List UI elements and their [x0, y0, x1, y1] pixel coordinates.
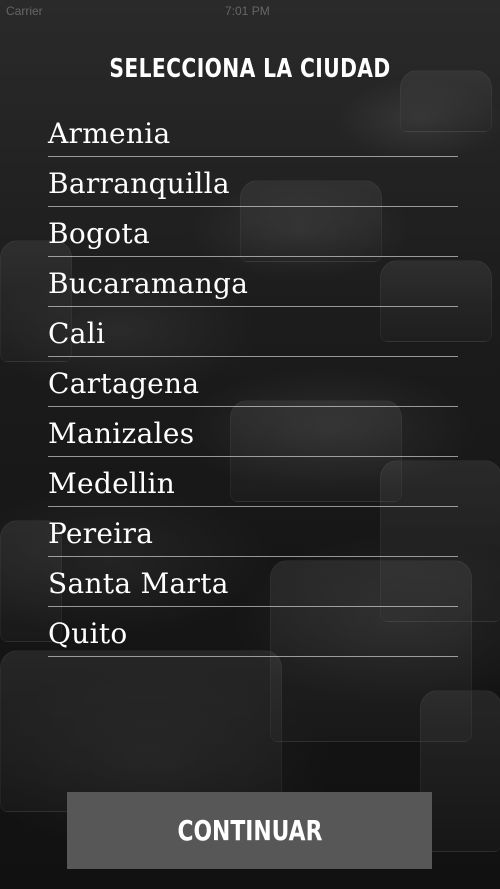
city-label: Bucaramanga — [48, 267, 249, 300]
city-item-cali[interactable]: Cali — [48, 307, 458, 357]
page-title: SELECCIONA LA CIUDAD — [109, 54, 391, 84]
status-time: 7:01 PM — [225, 4, 270, 18]
city-label: Medellin — [48, 467, 176, 500]
city-selection-screen: Carrier 7:01 PM SELECCIONA LA CIUDAD Arm… — [0, 0, 500, 889]
city-list: Armenia Barranquilla Bogota Bucaramanga … — [48, 107, 458, 657]
background-car — [0, 650, 282, 812]
city-label: Cartagena — [48, 367, 200, 400]
background-car — [420, 690, 500, 852]
city-item-quito[interactable]: Quito — [48, 607, 458, 657]
city-label: Pereira — [48, 517, 154, 550]
city-item-santa-marta[interactable]: Santa Marta — [48, 557, 458, 607]
city-item-barranquilla[interactable]: Barranquilla — [48, 157, 458, 207]
status-bar: Carrier 7:01 PM — [0, 0, 500, 20]
city-item-manizales[interactable]: Manizales — [48, 407, 458, 457]
city-label: Quito — [48, 617, 128, 650]
continue-button[interactable]: CONTINUAR — [67, 792, 432, 869]
city-item-medellin[interactable]: Medellin — [48, 457, 458, 507]
city-label: Barranquilla — [48, 167, 230, 200]
city-item-armenia[interactable]: Armenia — [48, 107, 458, 157]
city-label: Bogota — [48, 217, 150, 250]
city-label: Manizales — [48, 417, 195, 450]
city-item-cartagena[interactable]: Cartagena — [48, 357, 458, 407]
city-item-bucaramanga[interactable]: Bucaramanga — [48, 257, 458, 307]
continue-button-label: CONTINUAR — [177, 814, 322, 847]
city-item-pereira[interactable]: Pereira — [48, 507, 458, 557]
status-carrier: Carrier — [6, 4, 43, 18]
city-label: Armenia — [48, 117, 171, 150]
city-label: Santa Marta — [48, 567, 229, 600]
city-item-bogota[interactable]: Bogota — [48, 207, 458, 257]
city-label: Cali — [48, 317, 106, 350]
